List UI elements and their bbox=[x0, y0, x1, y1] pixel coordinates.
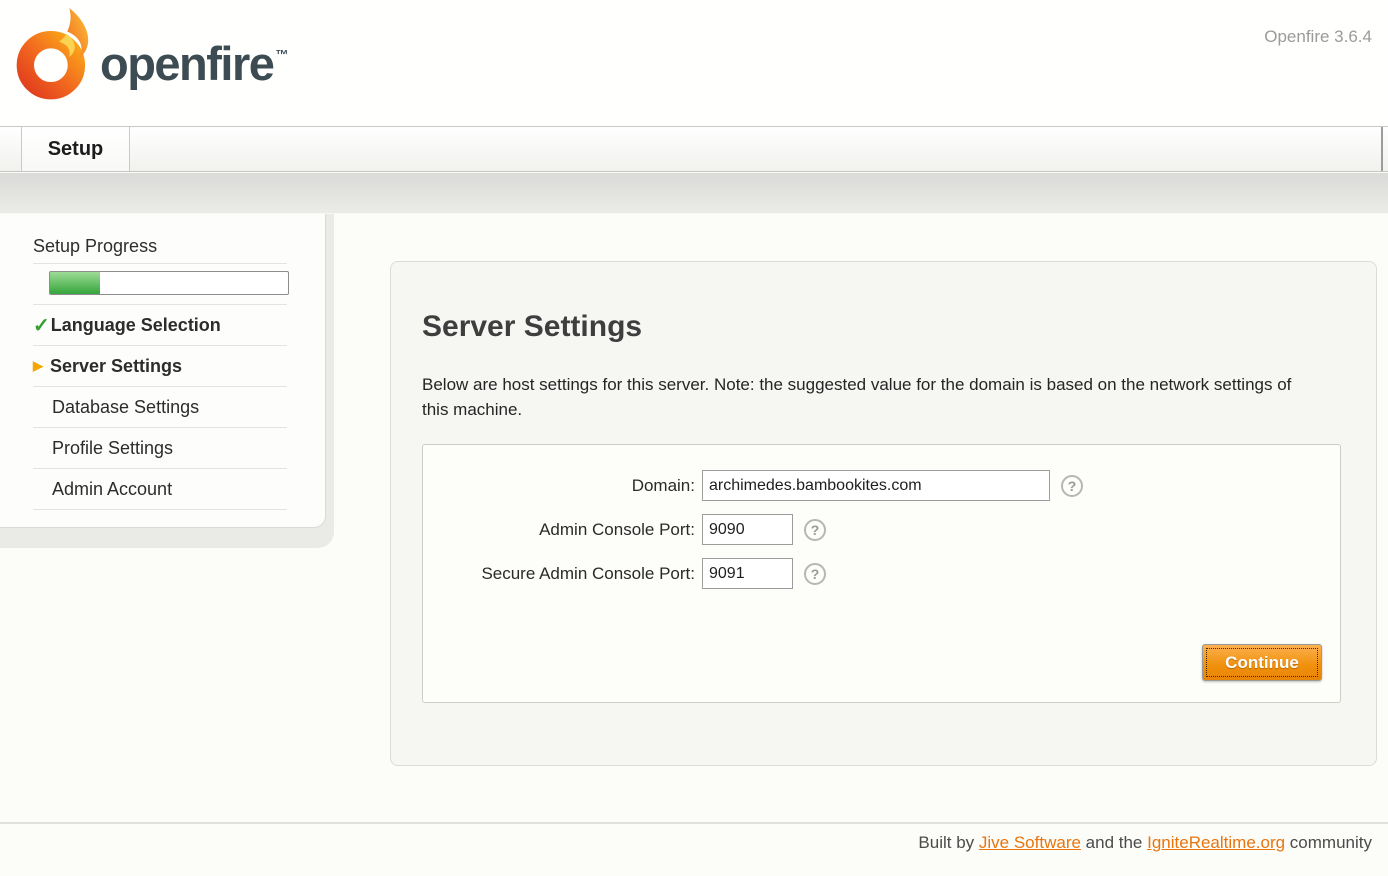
sidebar-item-database-settings: ✓ ▶ Database Settings bbox=[33, 387, 287, 428]
domain-input[interactable] bbox=[702, 470, 1050, 501]
footer-text-suffix: community bbox=[1285, 833, 1372, 852]
header: openfire™ Openfire 3.6.4 bbox=[0, 0, 1388, 126]
footer-credits: Built by Jive Software and the IgniteRea… bbox=[918, 833, 1372, 853]
sidebar-item-language-selection: ✓ ▶ Language Selection bbox=[33, 305, 287, 346]
continue-button[interactable]: Continue bbox=[1202, 644, 1322, 681]
tabstrip-right-edge bbox=[1381, 127, 1383, 171]
app-version-label: Openfire 3.6.4 bbox=[1264, 27, 1372, 47]
form-row: Admin Console Port: ? bbox=[423, 514, 1340, 545]
setup-progress-sidebar: Setup Progress ✓ ▶ Language Selection ✓ … bbox=[0, 214, 326, 528]
help-icon[interactable]: ? bbox=[1061, 475, 1083, 497]
secure-admin-console-port-input[interactable] bbox=[702, 558, 793, 589]
sub-nav-bar bbox=[0, 173, 1388, 214]
main-panel: Server Settings Below are host settings … bbox=[390, 261, 1377, 766]
sidebar-item-label: Language Selection bbox=[51, 315, 221, 336]
help-icon[interactable]: ? bbox=[804, 563, 826, 585]
current-step-arrow-icon: ▶ bbox=[33, 358, 43, 374]
tab-strip: Setup bbox=[0, 126, 1388, 172]
footer-text-prefix: Built by bbox=[918, 833, 978, 852]
sidebar-item-profile-settings: ✓ ▶ Profile Settings bbox=[33, 428, 287, 469]
continue-button-label: Continue bbox=[1206, 648, 1318, 677]
trademark-symbol: ™ bbox=[275, 47, 288, 62]
igniterealtime-link[interactable]: IgniteRealtime.org bbox=[1147, 833, 1285, 852]
page-description: Below are host settings for this server.… bbox=[422, 372, 1302, 422]
sidebar-item-label: Profile Settings bbox=[52, 438, 173, 459]
sidebar-item-server-settings: ✓ ▶ Server Settings bbox=[33, 346, 287, 387]
openfire-setup-page: openfire™ Openfire 3.6.4 Setup Setup Pro… bbox=[0, 0, 1388, 876]
form-row: Domain: ? bbox=[423, 470, 1340, 501]
sidebar-item-admin-account: ✓ ▶ Admin Account bbox=[33, 469, 287, 510]
sidebar-nav: ✓ ▶ Language Selection ✓ ▶ Server Settin… bbox=[33, 305, 287, 510]
server-settings-form: Domain: ? Admin Console Port: ? Secure A… bbox=[422, 444, 1341, 703]
field-label: Secure Admin Console Port: bbox=[423, 564, 702, 584]
sidebar-item-label: Admin Account bbox=[52, 479, 172, 500]
help-icon[interactable]: ? bbox=[804, 519, 826, 541]
tab-setup[interactable]: Setup bbox=[21, 127, 130, 171]
page-title: Server Settings bbox=[422, 310, 642, 344]
field-label: Admin Console Port: bbox=[423, 520, 702, 540]
footer-divider bbox=[0, 822, 1388, 824]
admin-console-port-input[interactable] bbox=[702, 514, 793, 545]
sidebar-item-label: Database Settings bbox=[52, 397, 199, 418]
progress-fill bbox=[50, 272, 100, 294]
footer-text-middle: and the bbox=[1081, 833, 1147, 852]
setup-progress-bar bbox=[49, 271, 289, 295]
sidebar-title: Setup Progress bbox=[33, 236, 287, 264]
openfire-flame-icon bbox=[16, 6, 98, 104]
sidebar-item-label: Server Settings bbox=[50, 356, 182, 377]
logo-wordmark: openfire™ bbox=[100, 36, 286, 91]
field-label: Domain: bbox=[423, 476, 702, 496]
progress-bar-wrap bbox=[33, 264, 287, 305]
jive-software-link[interactable]: Jive Software bbox=[979, 833, 1081, 852]
checkmark-icon: ✓ bbox=[33, 313, 50, 338]
form-row: Secure Admin Console Port: ? bbox=[423, 558, 1340, 589]
